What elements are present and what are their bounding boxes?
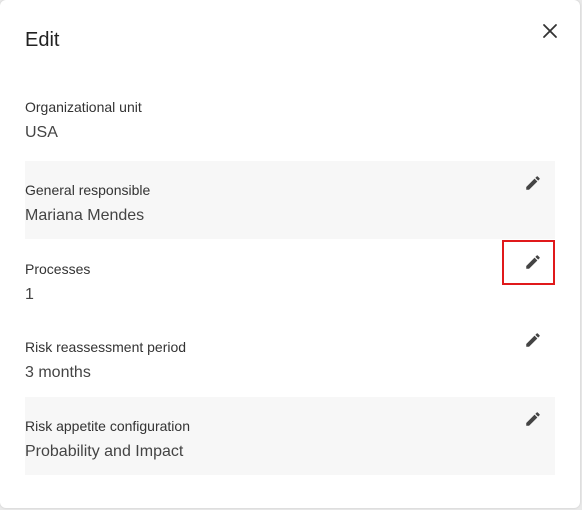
section-general-responsible: General responsible Mariana Mendes — [25, 161, 555, 239]
section-value: Probability and Impact — [25, 443, 184, 460]
section-value: 3 months — [25, 364, 91, 381]
section-organizational-unit: Organizational unit USA — [25, 78, 555, 156]
section-label: Processes — [25, 261, 91, 277]
section-processes: Processes 1 — [25, 240, 555, 318]
edit-risk-reassessment-period-button[interactable] — [521, 328, 545, 352]
section-value: Mariana Mendes — [25, 207, 145, 224]
pencil-icon — [526, 333, 540, 347]
dialog-title: Edit — [25, 29, 60, 51]
edit-dialog: Edit Organizational unit USA General res… — [0, 0, 580, 508]
section-value: 1 — [25, 286, 34, 303]
pencil-icon — [526, 176, 540, 190]
section-risk-appetite-configuration: Risk appetite configuration Probability … — [25, 397, 555, 475]
section-risk-reassessment-period: Risk reassessment period 3 months — [25, 318, 555, 396]
section-value: USA — [25, 124, 58, 141]
close-icon — [543, 24, 557, 38]
section-label: Organizational unit — [25, 99, 142, 115]
edit-general-responsible-button[interactable] — [521, 171, 545, 195]
pencil-icon — [526, 412, 540, 426]
highlight-box — [502, 240, 555, 285]
close-button[interactable] — [537, 18, 563, 44]
section-label: General responsible — [25, 182, 151, 198]
edit-risk-appetite-configuration-button[interactable] — [521, 407, 545, 431]
section-label: Risk appetite configuration — [25, 418, 190, 434]
section-label: Risk reassessment period — [25, 339, 187, 355]
